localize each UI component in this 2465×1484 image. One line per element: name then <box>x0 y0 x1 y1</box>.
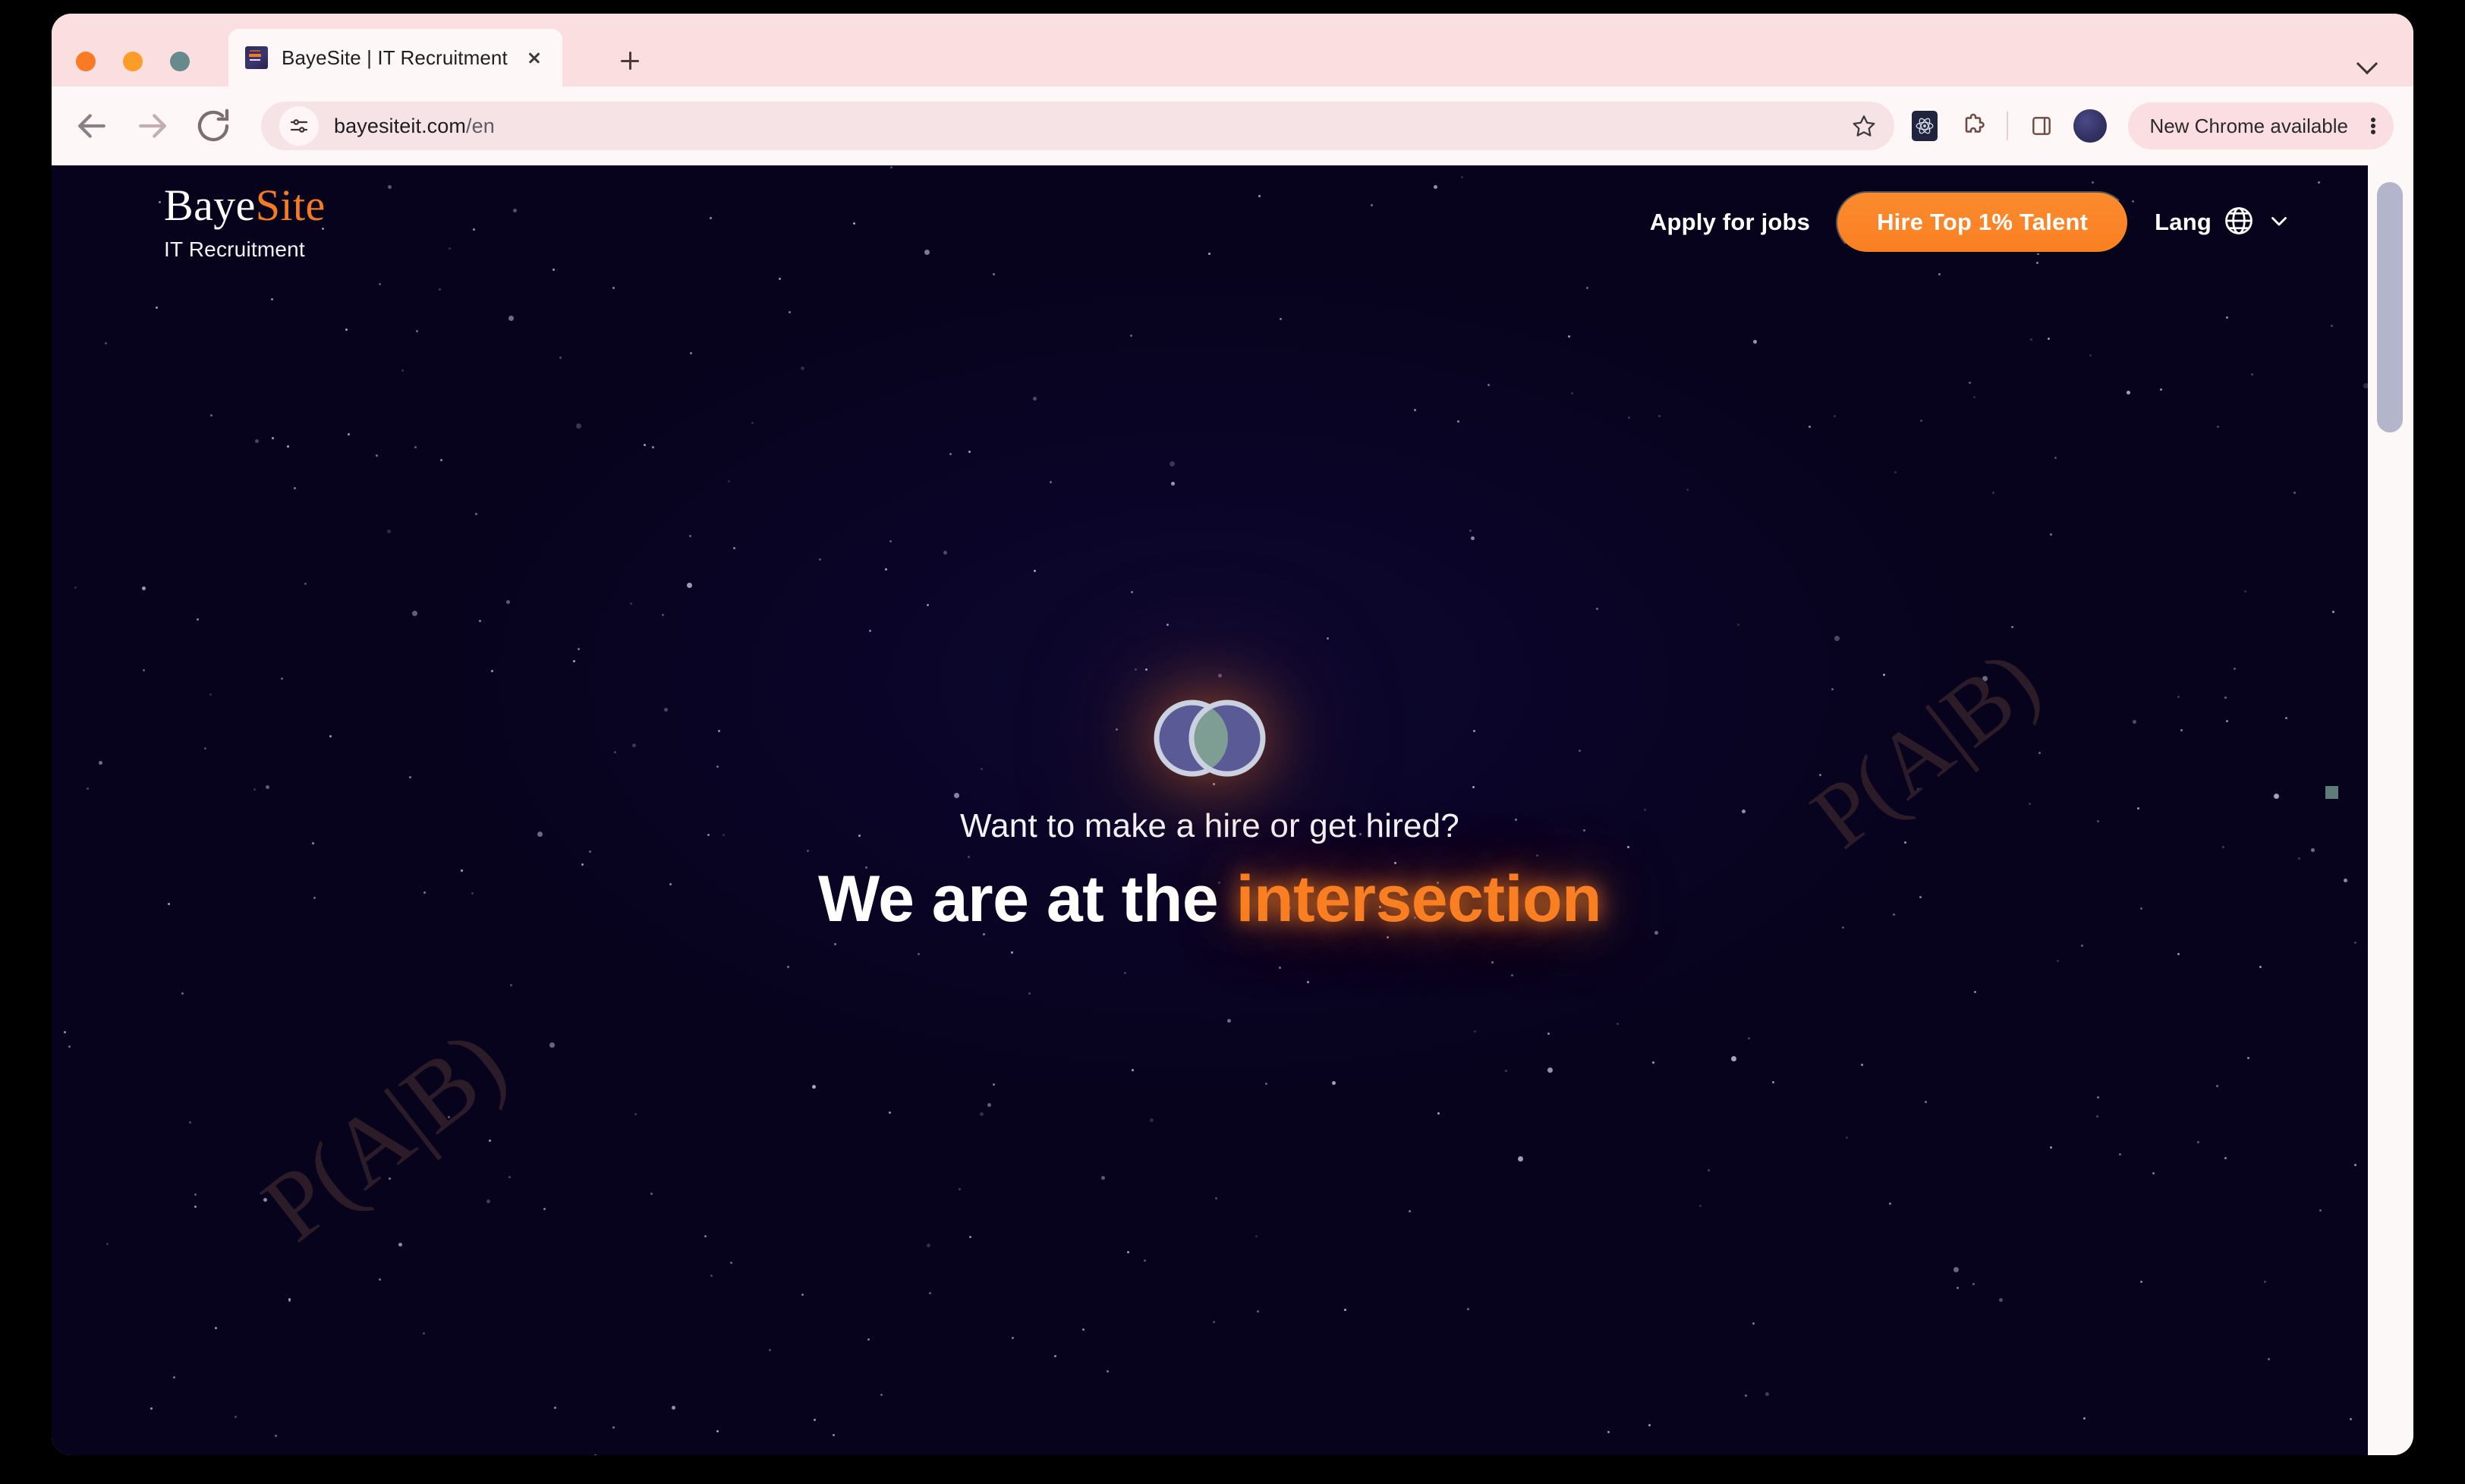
nav-apply-for-jobs-link[interactable]: Apply for jobs <box>1650 209 1810 236</box>
hero-headline-plain: We are at the <box>817 863 1236 935</box>
logo-tagline: IT Recruitment <box>164 237 305 261</box>
forward-arrow-icon[interactable] <box>132 105 173 146</box>
browser-tab[interactable]: BayeSite | IT Recruitment <box>228 29 562 86</box>
page-canvas: P(A|B) P(A|B) BayeSite IT Recruitment Ap… <box>52 165 2368 1455</box>
page-viewport: P(A|B) P(A|B) BayeSite IT Recruitment Ap… <box>52 165 2413 1455</box>
hero-eyebrow-text: Want to make a hire or get hired? <box>960 807 1459 844</box>
language-switcher[interactable]: Lang <box>2155 204 2292 241</box>
page-scrollbar-thumb[interactable] <box>2377 182 2403 432</box>
back-arrow-icon[interactable] <box>71 105 112 146</box>
react-atom-icon[interactable] <box>1900 102 1949 150</box>
profile-avatar[interactable] <box>2066 102 2114 150</box>
chevron-down-icon[interactable] <box>2266 208 2292 237</box>
hero-section: Want to make a hire or get hired? We are… <box>52 165 2368 1455</box>
page-scrollbar[interactable] <box>2368 165 2413 1455</box>
site-logo[interactable]: BayeSite IT Recruitment <box>164 180 326 262</box>
tab-title: BayeSite | IT Recruitment <box>282 46 508 69</box>
tune-icon[interactable] <box>279 106 319 146</box>
logo-word-accent: Site <box>255 180 326 230</box>
site-header: BayeSite IT Recruitment Apply for jobs H… <box>52 165 2368 279</box>
venn-diagram-logo-icon <box>1145 696 1274 780</box>
window-controls <box>76 52 190 71</box>
toolbar-actions: New Chrome available <box>1900 102 2394 150</box>
globe-icon <box>2222 204 2256 241</box>
new-tab-button[interactable] <box>613 44 647 77</box>
bayesite-favicon-icon <box>245 46 268 69</box>
address-bar[interactable]: bayesiteit.com/en <box>261 102 1895 150</box>
side-panel-icon[interactable] <box>2017 102 2066 150</box>
hero-headline-accent: intersection <box>1236 863 1602 935</box>
chrome-update-button[interactable]: New Chrome available <box>2128 102 2394 149</box>
three-dot-menu-icon[interactable] <box>2356 109 2389 143</box>
address-bar-url[interactable]: bayesiteit.com/en <box>334 115 495 138</box>
tab-close-icon[interactable] <box>521 45 547 71</box>
logo-word-primary: Baye <box>164 180 256 230</box>
nav-hire-top-talent-button[interactable]: Hire Top 1% Talent <box>1836 191 2130 253</box>
puzzle-piece-icon[interactable] <box>1949 102 1998 150</box>
browser-toolbar: bayesiteit.com/en New Chrome available <box>52 86 2413 165</box>
tab-strip: BayeSite | IT Recruitment <box>52 14 2413 86</box>
window-close-button[interactable] <box>76 52 96 71</box>
window-minimize-button[interactable] <box>123 52 143 71</box>
logo-wordmark: BayeSite <box>164 180 326 230</box>
url-domain: bayesiteit.com <box>334 114 466 137</box>
toolbar-divider <box>2007 112 2009 140</box>
star-outline-icon[interactable] <box>1844 106 1884 146</box>
hero-headline: We are at the intersection <box>817 862 1602 937</box>
language-label: Lang <box>2155 209 2212 235</box>
window-maximize-button[interactable] <box>170 52 190 71</box>
chrome-update-label: New Chrome available <box>2149 114 2348 137</box>
site-nav: Apply for jobs Hire Top 1% Talent Lang <box>1650 191 2292 253</box>
browser-window: BayeSite | IT Recruitment bayesiteit.com… <box>52 14 2413 1455</box>
tab-list-chevron-down-icon[interactable] <box>2354 49 2380 74</box>
reload-icon[interactable] <box>193 105 234 146</box>
url-path: /en <box>465 114 495 137</box>
